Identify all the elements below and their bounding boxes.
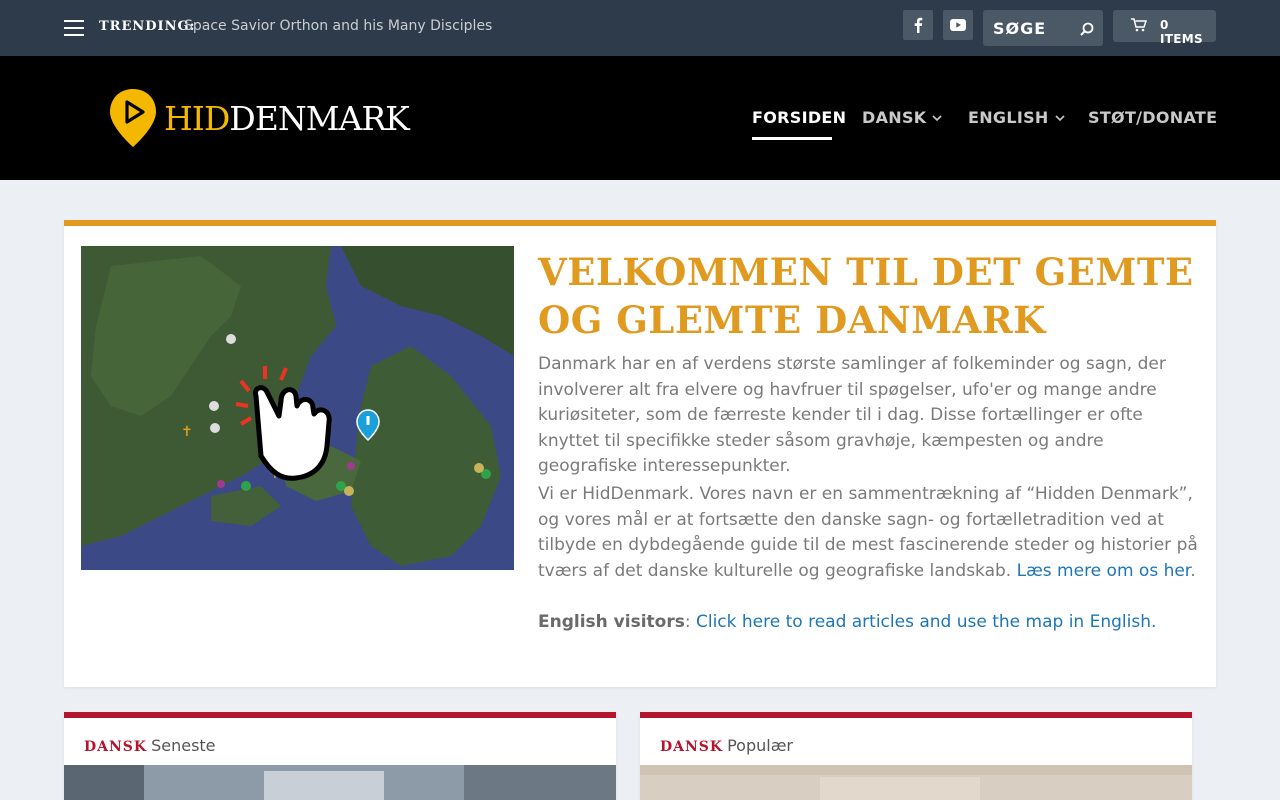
popular-card-tag: DANSK [660,739,724,755]
english-visitors-label: English visitors [538,612,685,632]
popular-card-header: DANSK Populær [660,736,793,755]
nav-active-indicator [752,137,832,140]
popular-card-image[interactable] [640,765,1192,800]
chevron-down-icon [1055,115,1065,122]
nav-english[interactable]: ENGLISH [968,108,1065,127]
search-box [983,10,1103,46]
latest-card: DANSK Seneste [64,712,616,800]
nav-forsiden[interactable]: FORSIDEN [752,108,846,127]
popular-card: DANSK Populær [640,712,1192,800]
popular-card-title: Populær [727,736,793,755]
about-link[interactable]: Læs mere om os her [1017,561,1191,581]
logo-denmark: DENMARK [229,99,410,138]
cart-label: 0 ITEMS [1160,18,1203,46]
welcome-section: ✝ ✝ VELKOMMEN TIL DET GEMTE OG GLEMTE DA… [64,220,1216,687]
about-paragraph: Vi er HidDenmark. Vores navn er en samme… [538,482,1202,584]
cart-icon [1131,18,1147,32]
trending-link[interactable]: Space Savior Orthon and his Many Discipl… [184,18,492,34]
chevron-down-icon [932,115,943,122]
menu-icon[interactable] [64,20,84,36]
facebook-icon[interactable] [903,10,933,40]
search-input[interactable] [983,10,1075,46]
latest-card-title: Seneste [151,736,216,755]
search-icon[interactable] [1079,21,1095,37]
english-paragraph: English visitors: Click here to read art… [538,610,1202,636]
english-link[interactable]: Click here to read articles and use the … [696,612,1156,632]
latest-card-header: DANSK Seneste [84,736,216,755]
cart-button[interactable]: 0 ITEMS [1113,10,1216,46]
latest-card-tag: DANSK [84,739,148,755]
map-image[interactable]: ✝ ✝ [81,246,514,570]
top-bar: TRENDING: Space Savior Orthon and his Ma… [0,0,1280,56]
svg-text:✝: ✝ [181,424,193,440]
english-separator: : [684,612,696,632]
welcome-title: VELKOMMEN TIL DET GEMTE OG GLEMTE DANMAR… [538,250,1194,342]
youtube-icon[interactable] [943,10,973,40]
nav-donate[interactable]: STØT/DONATE [1088,108,1217,127]
map-pin-icon [110,89,156,147]
nav-dansk-label: DANSK [862,108,927,127]
nav-dansk[interactable]: DANSK [862,108,943,127]
logo-hid: HID [164,99,230,138]
site-header: HIDDENMARK FORSIDEN DANSK ENGLISH STØT/D… [0,56,1280,180]
latest-card-image[interactable] [64,765,616,800]
trending-label: TRENDING: [99,19,196,34]
site-logo[interactable]: HIDDENMARK [108,86,410,150]
nav-english-label: ENGLISH [968,108,1049,127]
intro-paragraph: Danmark har en af verdens største samlin… [538,354,1166,476]
about-period: . [1190,560,1196,581]
